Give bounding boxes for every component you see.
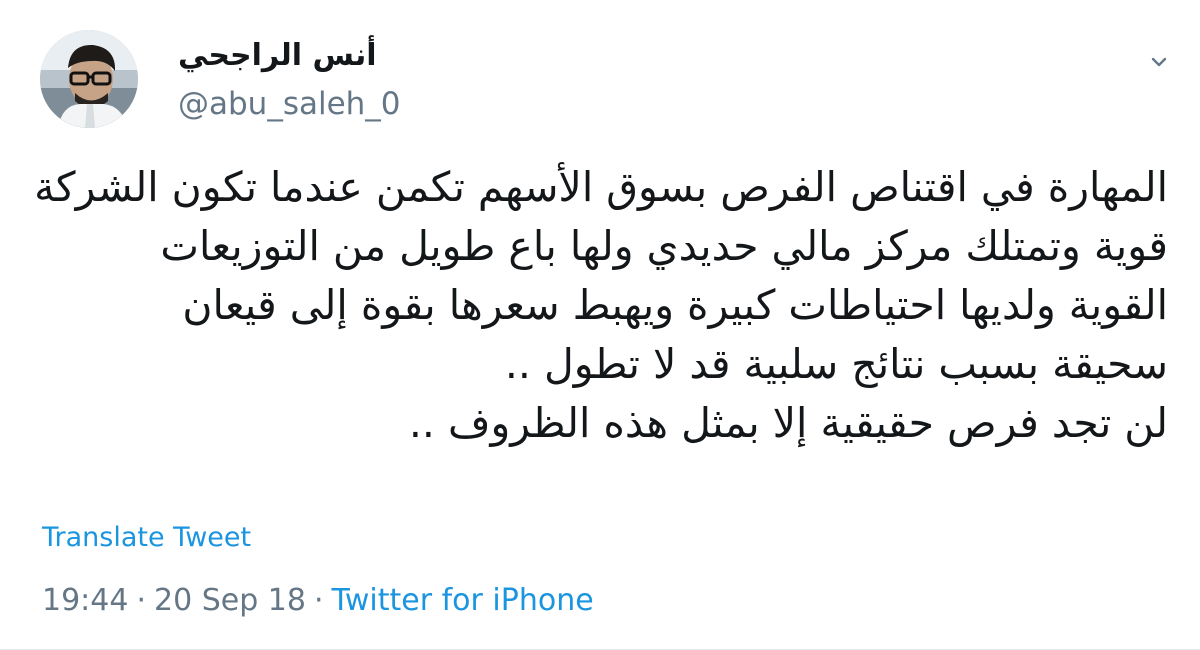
tweet-header: أنس الراجحي @abu_saleh_0 bbox=[0, 0, 1200, 150]
chevron-down-icon[interactable] bbox=[1145, 48, 1173, 76]
separator-dot: · bbox=[136, 583, 147, 618]
author-handle[interactable]: @abu_saleh_0 bbox=[178, 84, 538, 124]
tweet-text-line: المهارة في اقتناص الفرص بسوق الأسهم تكمن… bbox=[34, 163, 1168, 211]
tweet-metadata: 19:44 · 20 Sep 18 · Twitter for iPhone bbox=[42, 583, 594, 618]
tweet-card: أنس الراجحي @abu_saleh_0 المهارة في اقتن… bbox=[0, 0, 1200, 650]
tweet-time[interactable]: 19:44 bbox=[42, 583, 128, 618]
translate-tweet-link[interactable]: Translate Tweet bbox=[42, 522, 251, 553]
tweet-text-line: قوية وتمتلك مركز مالي حديدي ولها باع طوي… bbox=[160, 222, 1168, 270]
tweet-text-line: لن تجد فرص حقيقية إلا بمثل هذه الظروف .. bbox=[408, 399, 1168, 447]
tweet-text: المهارة في اقتناص الفرص بسوق الأسهم تكمن… bbox=[34, 158, 1168, 453]
tweet-date[interactable]: 20 Sep 18 bbox=[154, 583, 306, 618]
author-name[interactable]: أنس الراجحي bbox=[178, 36, 538, 78]
tweet-source-link[interactable]: Twitter for iPhone bbox=[332, 583, 594, 618]
author-info: أنس الراجحي @abu_saleh_0 bbox=[178, 36, 538, 124]
separator-dot: · bbox=[313, 583, 324, 618]
tweet-text-line: سحيقة بسبب نتائج سلبية قد لا تطول .. bbox=[504, 340, 1168, 388]
tweet-text-line: القوية ولديها احتياطات كبيرة ويهبط سعرها… bbox=[182, 281, 1168, 329]
profile-photo-icon bbox=[40, 30, 138, 128]
avatar[interactable] bbox=[40, 30, 138, 128]
